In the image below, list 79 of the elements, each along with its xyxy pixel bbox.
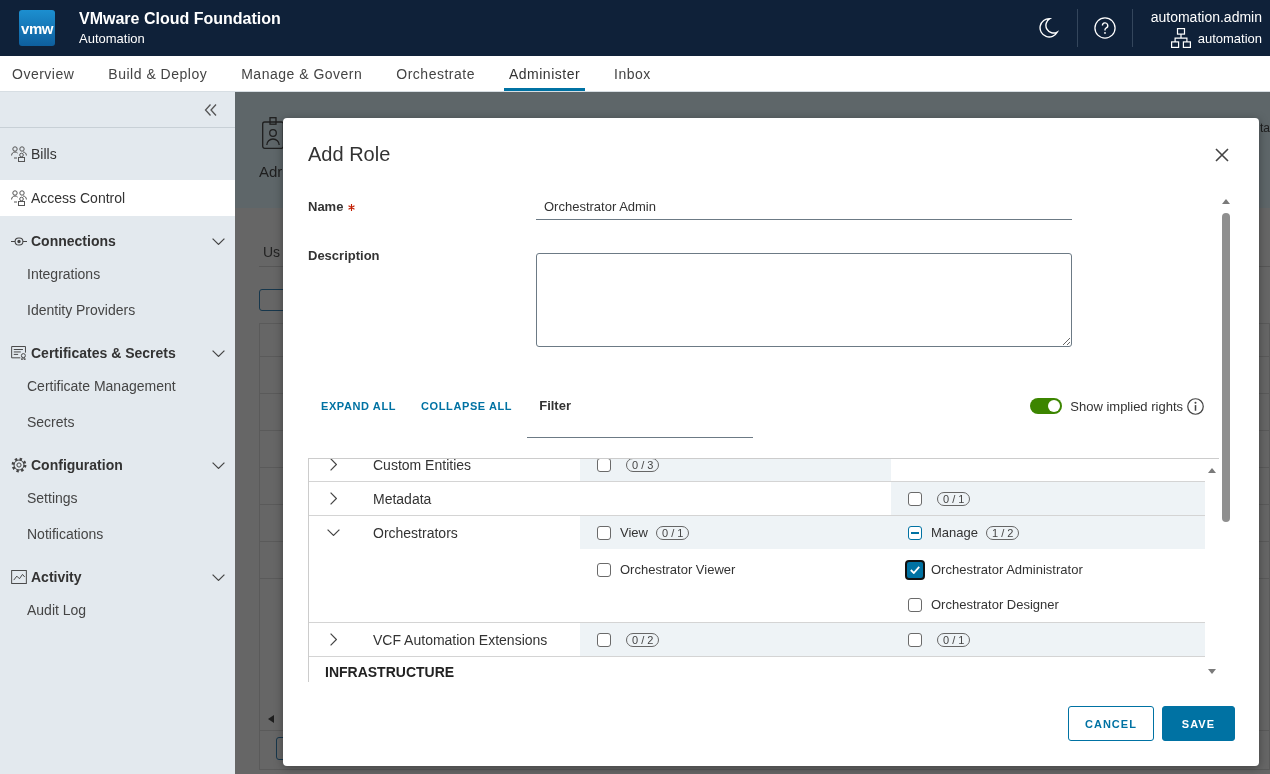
- user-name: automation.admin: [1150, 8, 1262, 26]
- header-text: ta: [1260, 121, 1270, 135]
- double-chevron-left-icon[interactable]: [204, 103, 217, 116]
- toggle-label: Show implied rights: [1070, 398, 1183, 414]
- checkbox[interactable]: [908, 491, 922, 506]
- close-icon[interactable]: [1215, 148, 1229, 162]
- help-icon[interactable]: [1093, 17, 1116, 39]
- dash-icon: [911, 531, 919, 534]
- nav-tab[interactable]: Administer: [503, 56, 586, 91]
- people-group-icon: [11, 146, 27, 162]
- field-label: Description: [308, 248, 380, 264]
- sidebar-section-header[interactable]: Certificates & Secrets: [0, 334, 235, 368]
- sidebar-item[interactable]: Bills: [0, 136, 235, 172]
- checkbox-label: Orchestrator Viewer: [620, 562, 736, 577]
- checkmark-icon: [910, 565, 920, 574]
- logo: vmw: [19, 10, 55, 46]
- field-label: Name: [308, 199, 344, 215]
- scroll-down-icon[interactable]: [1208, 669, 1216, 674]
- permission-name: VCF Automation Extensions: [372, 631, 548, 648]
- action-link[interactable]: COLLAPSE ALL: [421, 395, 513, 417]
- dialog-title: Add Role: [308, 142, 391, 166]
- certificate-icon: [11, 346, 27, 360]
- chevron-right-icon[interactable]: [329, 492, 337, 505]
- line-chart-icon: [11, 570, 27, 584]
- moon-icon[interactable]: [1036, 17, 1059, 39]
- chevron-right-icon[interactable]: [329, 633, 337, 646]
- people-group-icon: [11, 190, 27, 206]
- nav-tab[interactable]: Orchestrate: [391, 56, 480, 91]
- app-title: VMware Cloud Foundation: [79, 9, 281, 28]
- nav-tab[interactable]: Build & Deploy: [103, 56, 213, 91]
- checkbox-label: View: [620, 525, 648, 540]
- checkbox[interactable]: [908, 525, 922, 540]
- org-name: automation: [1197, 30, 1262, 46]
- secondary-button[interactable]: CANCEL: [1068, 706, 1154, 741]
- sidebar-item[interactable]: Settings: [0, 480, 235, 516]
- app-subtitle: Automation: [79, 31, 146, 47]
- toggle-switch[interactable]: [1030, 398, 1063, 414]
- scroll-up-icon[interactable]: [1222, 199, 1230, 204]
- info-icon[interactable]: [1187, 397, 1204, 415]
- connector-icon: [11, 236, 27, 246]
- nav-tab[interactable]: Overview: [7, 56, 80, 91]
- primary-button[interactable]: SAVE: [1161, 706, 1235, 741]
- nav-tab[interactable]: Inbox: [609, 56, 656, 91]
- permission-name: Custom Entities: [372, 459, 472, 473]
- sidebar-item[interactable]: Certificate Management: [0, 368, 235, 404]
- checkbox-label: Orchestrator Administrator: [931, 562, 1083, 577]
- scroll-up-icon[interactable]: [1208, 468, 1216, 473]
- checkbox-label: Manage: [931, 525, 978, 540]
- permission-name: Orchestrators: [372, 524, 458, 541]
- sidebar-item[interactable]: Integrations: [0, 256, 235, 292]
- sidebar-item[interactable]: Identity Providers: [0, 292, 235, 328]
- section-heading: INFRASTRUCTURE: [325, 664, 455, 680]
- page-heading: Adr: [259, 163, 283, 180]
- action-link[interactable]: EXPAND ALL: [321, 395, 397, 417]
- checkbox[interactable]: [597, 562, 611, 577]
- hierarchy-icon: [1170, 28, 1191, 48]
- checkbox[interactable]: [908, 632, 922, 647]
- nav-tab[interactable]: Manage & Govern: [236, 56, 368, 91]
- sidebar-section-header[interactable]: Configuration: [0, 446, 235, 480]
- text-area-field[interactable]: [536, 253, 1072, 347]
- checkbox[interactable]: [597, 632, 611, 647]
- checkbox[interactable]: [905, 559, 925, 580]
- permission-name: Metadata: [372, 490, 432, 507]
- scrollbar-thumb[interactable]: [1222, 213, 1230, 522]
- chevron-right-icon[interactable]: [329, 459, 337, 471]
- sidebar-item[interactable]: Access Control: [0, 180, 235, 216]
- scroll-left-icon[interactable]: [268, 715, 274, 723]
- sidebar-item[interactable]: Notifications: [0, 516, 235, 552]
- checkbox-label: Orchestrator Designer: [931, 597, 1059, 612]
- checkbox[interactable]: [597, 525, 611, 540]
- gear-icon: [11, 457, 27, 473]
- checkbox[interactable]: [597, 459, 611, 472]
- sidebar-item[interactable]: Audit Log: [0, 592, 235, 628]
- checkbox[interactable]: [908, 597, 922, 612]
- sidebar-section-header[interactable]: Connections: [0, 222, 235, 256]
- id-badge-icon: [262, 117, 284, 149]
- sidebar-section-header[interactable]: Activity: [0, 558, 235, 592]
- chevron-down-icon[interactable]: [326, 529, 340, 536]
- sidebar-item[interactable]: Secrets: [0, 404, 235, 440]
